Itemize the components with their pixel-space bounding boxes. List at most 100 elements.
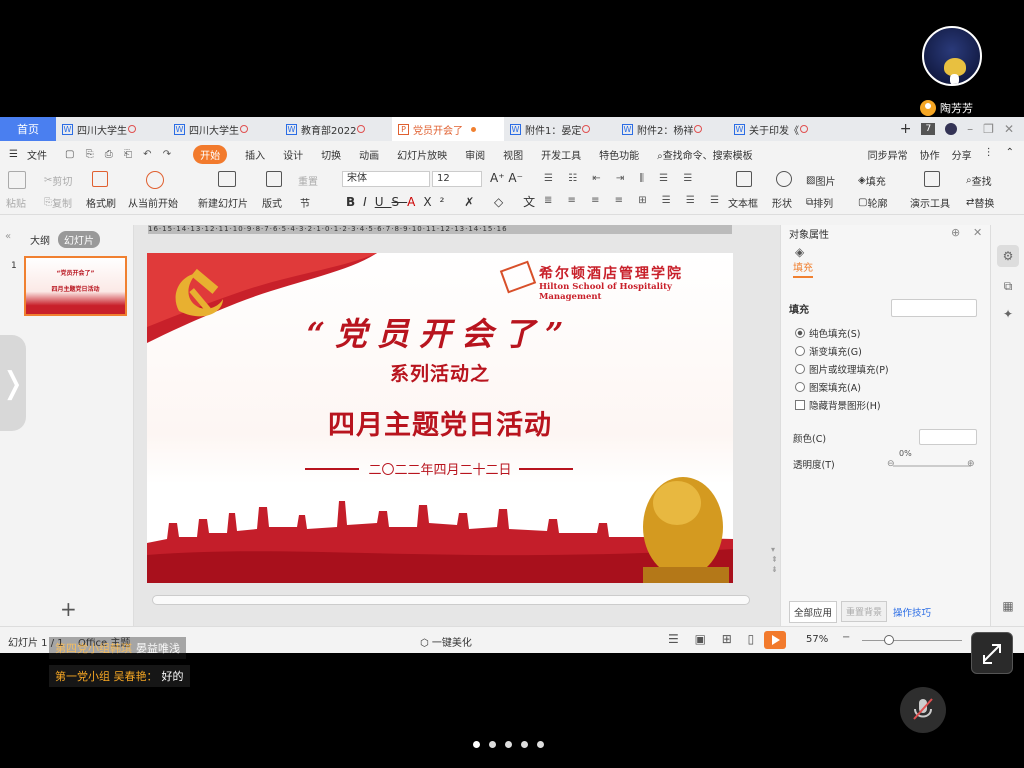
option-solid-fill[interactable]: 纯色填充(S)	[795, 326, 860, 340]
font-name-select[interactable]: 宋体	[342, 171, 430, 187]
font-grow-shrink-icons[interactable]: A⁺ A⁻	[490, 171, 523, 185]
tab-doc-active[interactable]: P 党员开会了	[392, 117, 504, 141]
tab-home[interactable]: 首页	[0, 117, 56, 141]
play-slideshow-button[interactable]	[764, 631, 786, 649]
zoom-slider-handle[interactable]	[884, 635, 894, 645]
mute-mic-button[interactable]	[900, 687, 946, 733]
fill-color-dropdown[interactable]	[891, 299, 977, 317]
restore-icon[interactable]: ❐	[983, 122, 994, 136]
paragraph-icons-top[interactable]: ☰ ☷ ⇤ ⇥ ⫼ ☰ ☰	[544, 173, 698, 184]
align-icons[interactable]: ≣ ≡ ≡ ≡ ⊞ ☰ ☰ ☰	[544, 195, 725, 206]
collapse-ribbon-icon[interactable]: ⌃	[1006, 147, 1014, 162]
page-dot[interactable]	[489, 741, 496, 748]
minimize-icon[interactable]: –	[967, 122, 973, 136]
share-button[interactable]: 分享	[952, 147, 972, 162]
text-style-icons[interactable]: B I U S A X² ✗ ◇ 文	[346, 193, 543, 210]
find-button[interactable]: ⌕ 查找	[966, 173, 992, 188]
slide-canvas[interactable]: 希尔顿酒店管理学院 Hilton School of Hospitality M…	[147, 253, 733, 583]
zoom-level[interactable]: 57%	[806, 634, 828, 645]
collapse-panel-icon[interactable]: «	[5, 231, 11, 242]
section-button[interactable]: 节	[300, 195, 310, 210]
view-mode-icons[interactable]: ☰ ▣ ⊞ ▯	[668, 632, 760, 646]
hide-background-checkbox[interactable]: 隐藏背景图形(H)	[795, 398, 881, 412]
layout-icon[interactable]	[266, 171, 285, 187]
menu-file[interactable]: 文件	[27, 147, 47, 162]
font-size-select[interactable]: 12	[432, 171, 482, 187]
page-dot[interactable]	[473, 741, 480, 748]
outline-button[interactable]: ▢ 轮廓	[858, 195, 887, 210]
animation-icon[interactable]: ✦	[997, 303, 1019, 325]
tips-link[interactable]: 操作技巧	[893, 605, 931, 619]
horizontal-scrollbar[interactable]	[152, 595, 750, 605]
increase-icon[interactable]: ⊕	[967, 459, 975, 469]
decrease-icon[interactable]: ⊖	[887, 459, 895, 469]
quick-access-icons[interactable]: ▢ ⎘ ⎙ ⎗ ↶ ↷	[65, 149, 175, 160]
copy-button[interactable]: ⎘ 复制	[44, 195, 72, 210]
search-command[interactable]: ⌕查找命令、搜索模板	[657, 147, 753, 162]
cut-button[interactable]: ✂ 剪切	[44, 173, 72, 188]
presentation-tools-icon[interactable]	[924, 171, 943, 187]
replace-button[interactable]: ⇄ 替换	[966, 195, 994, 210]
tab-doc[interactable]: W 四川大学生	[168, 117, 280, 141]
color-dropdown[interactable]	[919, 429, 977, 445]
menu-transition[interactable]: 切换	[321, 147, 341, 162]
add-tab-button[interactable]: +	[900, 121, 912, 137]
more-icon[interactable]: ⋮	[984, 147, 994, 162]
reset-button[interactable]: 重置	[298, 173, 318, 188]
fill-section-header[interactable]: 填充	[789, 301, 809, 316]
copy-style-icon[interactable]: ⧉	[997, 275, 1019, 297]
slide-thumbnail[interactable]: “党员开会了” 四月主题党日活动	[24, 256, 127, 316]
option-pattern-fill[interactable]: 图案填充(A)	[795, 380, 861, 394]
textbox-button[interactable]: 文本框	[728, 195, 758, 210]
menu-animation[interactable]: 动画	[359, 147, 379, 162]
close-icon[interactable]	[694, 125, 703, 133]
pin-icon[interactable]: ⊕	[951, 226, 960, 239]
tab-slides[interactable]: 幻灯片	[58, 231, 100, 248]
sync-status[interactable]: 同步异常	[868, 147, 908, 162]
add-slide-button[interactable]: +	[60, 597, 77, 621]
close-icon[interactable]	[240, 125, 248, 133]
properties-icon[interactable]: ⚙	[997, 245, 1019, 267]
menu-view[interactable]: 视图	[503, 147, 523, 162]
textbox-icon[interactable]	[736, 171, 755, 187]
page-dot[interactable]	[505, 741, 512, 748]
tab-doc[interactable]: W 附件1：晏定	[504, 117, 616, 141]
layout-button[interactable]: 版式	[262, 195, 282, 210]
participant-avatar[interactable]	[922, 26, 982, 86]
option-picture-fill[interactable]: 图片或纹理填充(P)	[795, 362, 889, 376]
menu-slideshow[interactable]: 幻灯片放映	[397, 147, 447, 162]
close-icon[interactable]	[128, 125, 136, 133]
menu-home[interactable]: 开始	[193, 144, 228, 164]
option-gradient-fill[interactable]: 渐变填充(G)	[795, 344, 862, 358]
transparency-slider[interactable]	[893, 465, 971, 467]
shape-icon[interactable]	[776, 171, 795, 187]
paste-button[interactable]: 粘贴	[6, 195, 26, 210]
page-dot[interactable]	[537, 741, 544, 748]
format-painter-button[interactable]: 格式刷	[86, 195, 116, 210]
presentation-tools-button[interactable]: 演示工具	[910, 195, 950, 210]
tab-fill[interactable]: 填充	[793, 259, 813, 278]
tab-doc[interactable]: W 四川大学生	[56, 117, 168, 141]
close-icon[interactable]	[582, 125, 591, 133]
new-slide-button[interactable]: 新建幻灯片	[198, 195, 248, 210]
fill-button[interactable]: ◈ 填充	[858, 173, 886, 188]
reset-background-button[interactable]: 重置背景	[841, 601, 888, 622]
fullscreen-button[interactable]	[971, 632, 1013, 674]
grid-icon[interactable]: ▦	[997, 595, 1019, 617]
shape-button[interactable]: 形状	[772, 195, 792, 210]
tab-doc[interactable]: W 关于印发《	[728, 117, 836, 141]
close-icon[interactable]	[800, 125, 808, 133]
tab-outline[interactable]: 大纲	[30, 232, 50, 247]
format-painter-icon[interactable]	[92, 171, 111, 187]
close-window-icon[interactable]: ✕	[1004, 122, 1014, 136]
menu-developer[interactable]: 开发工具	[541, 147, 581, 162]
arrange-button[interactable]: ⧉ 排列	[806, 195, 833, 210]
panel-title[interactable]: 对象属性	[789, 226, 829, 241]
tab-count-badge[interactable]: 7	[921, 123, 936, 135]
menu-design[interactable]: 设计	[283, 147, 303, 162]
close-panel-icon[interactable]: ✕	[973, 226, 982, 239]
vertical-scroll-arrows[interactable]: ▾ ⇞ ⇟	[771, 545, 778, 575]
previous-page-arrow[interactable]: ❭	[0, 335, 26, 431]
play-icon[interactable]	[146, 171, 164, 189]
beautify-button[interactable]: ⬡ 一键美化	[420, 634, 472, 649]
